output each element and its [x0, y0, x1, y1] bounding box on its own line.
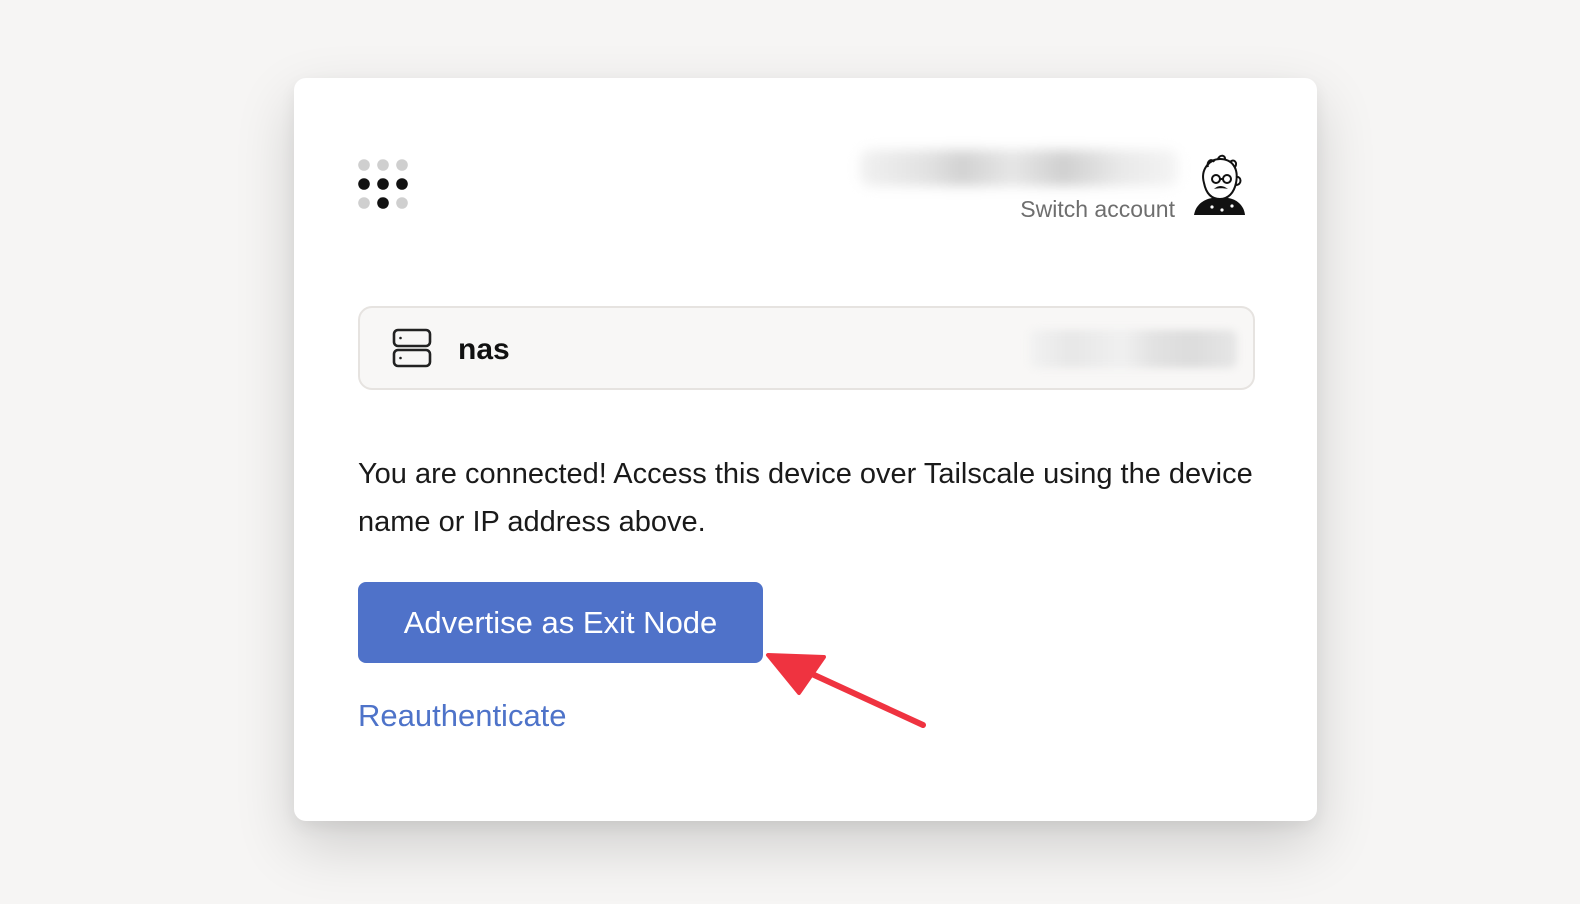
advertise-exit-node-button[interactable]: Advertise as Exit Node: [358, 582, 763, 663]
reauthenticate-link[interactable]: Reauthenticate: [358, 698, 567, 734]
device-info-box: nas: [358, 306, 1255, 390]
avatar[interactable]: [1192, 153, 1246, 219]
server-icon: [392, 328, 432, 368]
connection-status-message: You are connected! Access this device ov…: [358, 458, 1253, 538]
device-name: nas: [458, 333, 510, 366]
ip-address-redacted: [1029, 330, 1237, 368]
tailscale-logo-icon: [358, 159, 408, 209]
account-email-redacted: [860, 150, 1178, 186]
switch-account-link[interactable]: Switch account: [1020, 196, 1175, 223]
login-card: Switch account nas You are connected! Ac…: [294, 78, 1317, 821]
